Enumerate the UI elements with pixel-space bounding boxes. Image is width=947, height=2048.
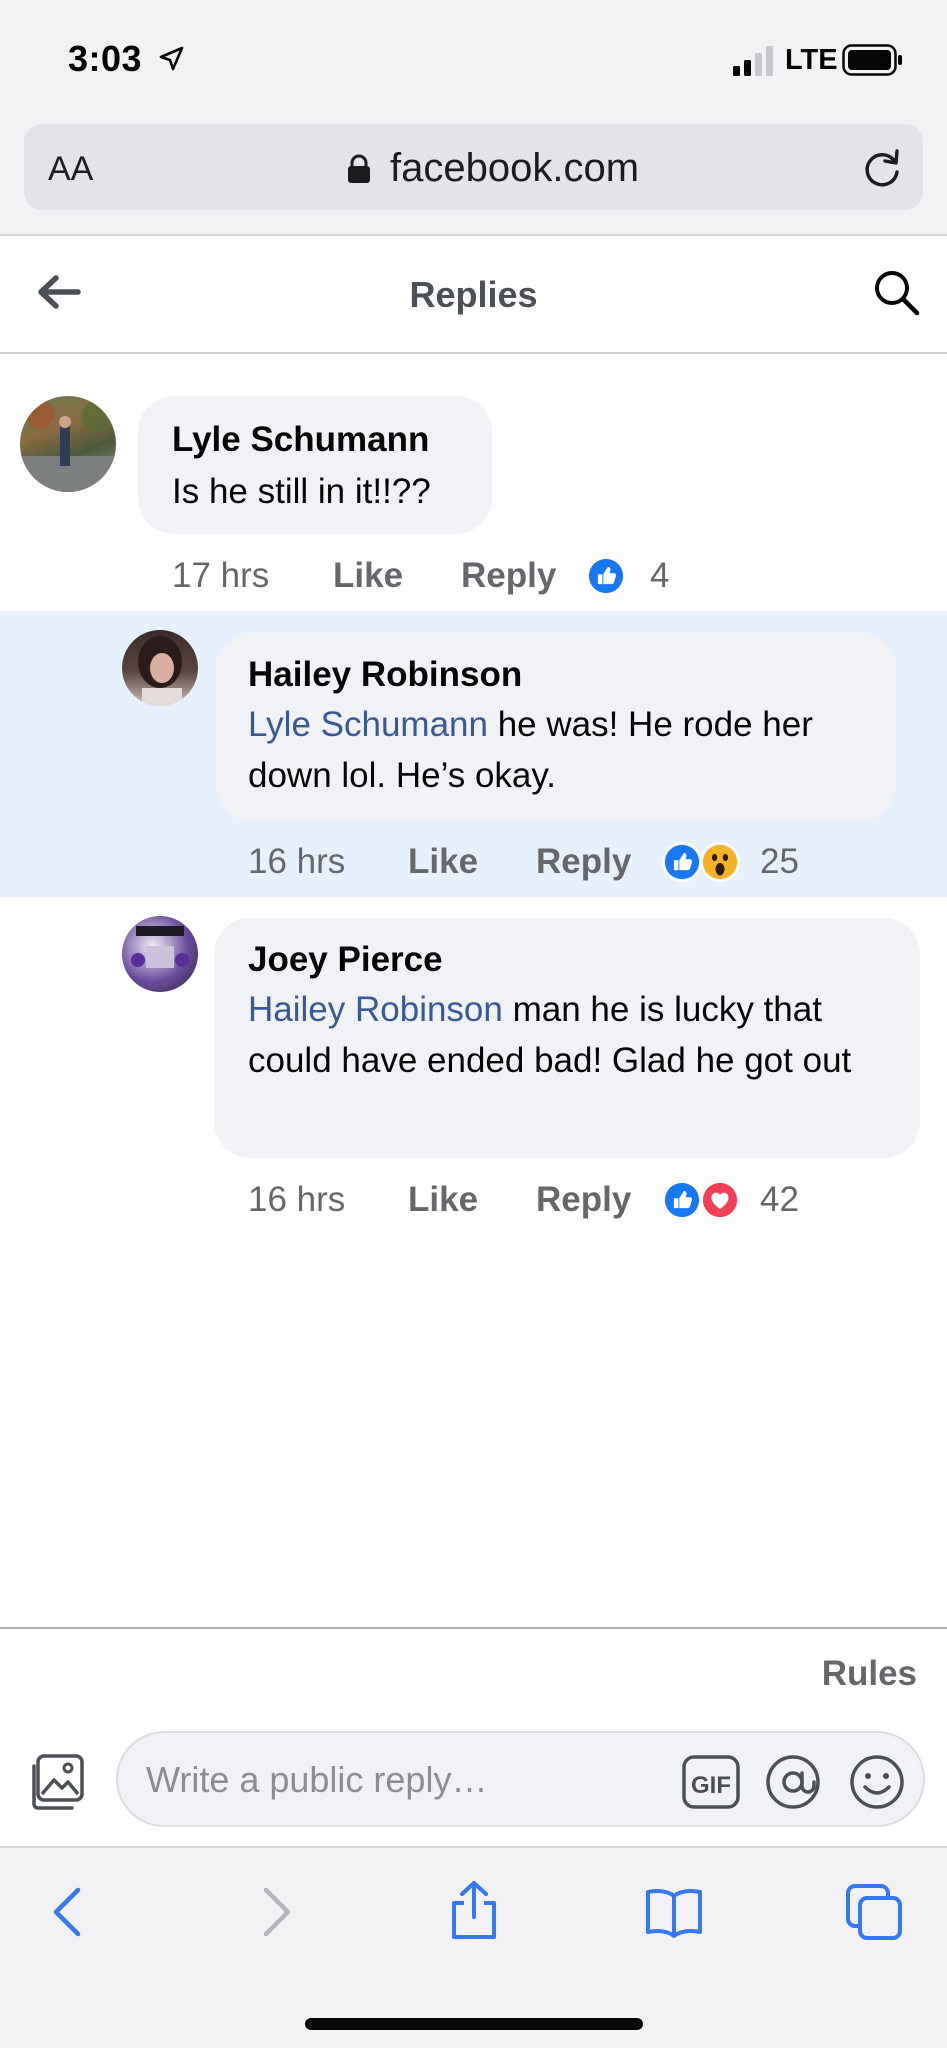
like-reaction-icon[interactable] (586, 556, 626, 596)
page-title: Replies (409, 274, 538, 315)
text-size-button[interactable]: AA (48, 150, 93, 189)
reply-button[interactable]: Reply (461, 556, 556, 596)
address-bar[interactable]: AA facebook.com (24, 124, 923, 210)
tabs-icon[interactable] (844, 1882, 904, 1942)
reply-button[interactable]: Reply (536, 842, 631, 882)
wow-reaction-icon[interactable] (700, 842, 740, 882)
comment-timestamp[interactable]: 17 hrs (172, 556, 269, 595)
comment-author[interactable]: Hailey Robinson (248, 655, 522, 695)
cellular-signal-icon (733, 46, 773, 76)
comment-timestamp[interactable]: 16 hrs (248, 842, 345, 882)
reply-input[interactable]: Write a public reply… GIF (116, 1731, 925, 1827)
lock-icon (348, 154, 370, 183)
reaction-count[interactable]: 25 (760, 842, 799, 882)
comment-author[interactable]: Joey Pierce (248, 940, 443, 980)
comment-timestamp[interactable]: 16 hrs (248, 1180, 345, 1220)
status-time: 3:03 (68, 38, 143, 79)
avatar[interactable] (20, 396, 116, 492)
bookmarks-icon[interactable] (644, 1882, 704, 1942)
gif-label: GIF (691, 1772, 731, 1799)
like-button[interactable]: Like (333, 556, 403, 596)
reload-icon[interactable] (860, 146, 904, 190)
reply-button[interactable]: Reply (536, 1180, 631, 1220)
avatar[interactable] (122, 916, 198, 992)
mention-link[interactable]: Hailey Robinson (248, 990, 503, 1029)
browser-toolbar (0, 1846, 947, 2048)
replies-header: Replies (0, 236, 947, 354)
comment-text: Lyle Schumann he was! He rode her down l… (248, 699, 878, 801)
like-reaction-icon[interactable] (662, 1180, 702, 1220)
comment-bubble[interactable]: Joey Pierce Hailey Robinson man he is lu… (214, 918, 920, 1158)
love-reaction-icon[interactable] (700, 1180, 740, 1220)
like-reaction-icon[interactable] (662, 842, 702, 882)
photo-icon[interactable] (28, 1752, 88, 1812)
comment-author[interactable]: Lyle Schumann (172, 420, 429, 460)
mention-link[interactable]: Lyle Schumann (248, 705, 488, 744)
rules-link[interactable]: Rules (822, 1654, 917, 1694)
share-icon[interactable] (444, 1876, 504, 1942)
comment-bubble[interactable]: Lyle Schumann Is he still in it!!?? (138, 396, 492, 534)
battery-icon (842, 44, 902, 76)
page-domain[interactable]: facebook.com (390, 146, 639, 191)
browser-forward-icon[interactable] (244, 1882, 304, 1942)
location-arrow-icon (159, 46, 184, 71)
status-bar: 3:03 LTE (0, 0, 947, 118)
reply-placeholder: Write a public reply… (146, 1759, 488, 1800)
reaction-count[interactable]: 4 (650, 556, 669, 596)
like-button[interactable]: Like (408, 1180, 478, 1220)
home-indicator[interactable] (305, 2018, 643, 2030)
gif-icon[interactable]: GIF (682, 1755, 740, 1809)
network-type: LTE (785, 44, 838, 76)
comment-text: Is he still in it!!?? (172, 472, 431, 511)
comment-text: Hailey Robinson man he is lucky that cou… (248, 984, 898, 1086)
reaction-count[interactable]: 42 (760, 1180, 799, 1220)
browser-back-icon[interactable] (40, 1882, 100, 1942)
comment-bubble[interactable]: Hailey Robinson Lyle Schumann he was! He… (216, 633, 896, 821)
avatar[interactable] (122, 630, 198, 706)
comment-actions: 17 hrs (172, 556, 269, 596)
divider (0, 1627, 947, 1629)
browser-address-area: AA facebook.com (0, 118, 947, 236)
mention-at-icon[interactable] (764, 1753, 822, 1811)
emoji-icon[interactable] (848, 1753, 906, 1811)
like-button[interactable]: Like (408, 842, 478, 882)
search-icon[interactable] (872, 268, 920, 316)
